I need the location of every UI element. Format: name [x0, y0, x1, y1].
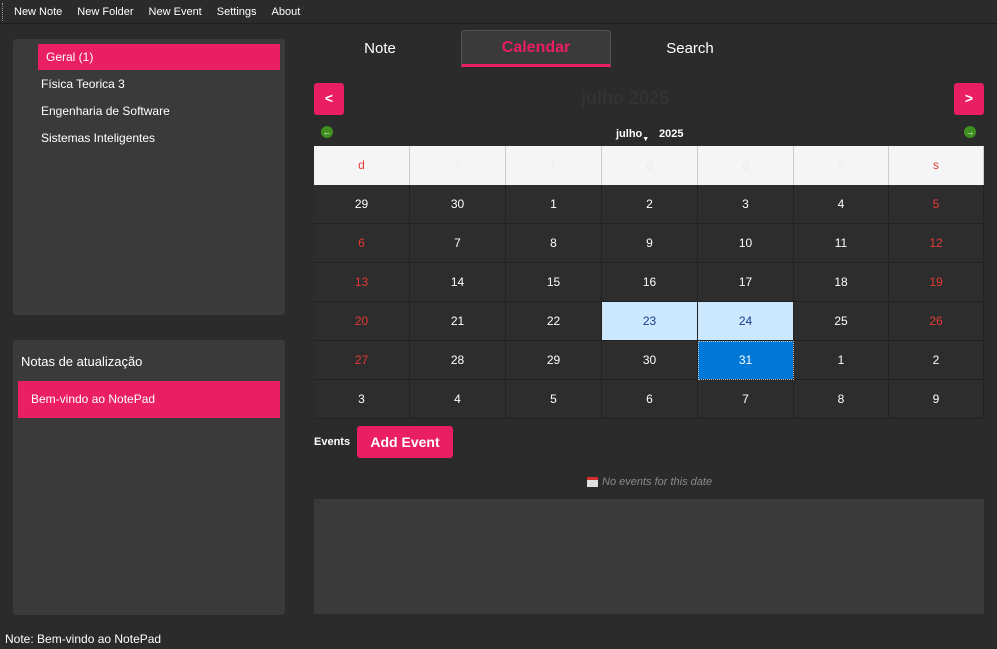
month-select[interactable]: julho▼: [616, 128, 650, 143]
calendar-day-cell[interactable]: 25: [794, 302, 889, 341]
calendar-day-cell[interactable]: 3: [698, 185, 794, 224]
calendar-day-cell[interactable]: 7: [698, 380, 794, 419]
calendar-day-cell[interactable]: 30: [410, 185, 506, 224]
arrow-right-icon[interactable]: →: [964, 126, 976, 138]
calendar-day-cell[interactable]: 26: [889, 302, 984, 341]
notes-panel: Notas de atualização Bem-vindo ao NotePa…: [13, 340, 285, 615]
weekday-header: s: [794, 146, 889, 185]
calendar-icon: [587, 477, 598, 487]
menu-bar: New Note New Folder New Event Settings A…: [0, 0, 997, 24]
no-events-text: No events for this date: [602, 476, 713, 488]
folder-item-fisica[interactable]: Física Teorica 3: [38, 71, 280, 97]
tab-calendar[interactable]: Calendar: [461, 30, 611, 67]
notes-panel-title: Notas de atualização: [21, 354, 143, 369]
calendar-day-cell[interactable]: 9: [602, 224, 698, 263]
calendar-day-cell[interactable]: 13: [314, 263, 410, 302]
tab-note[interactable]: Note: [330, 30, 430, 67]
calendar-grid: d s t q q s s 29 30 1 2 3 4 5 6 7 8 9 10 11 12 13 14 15 16 17 18 19…: [314, 146, 984, 421]
calendar-day-cell[interactable]: 29: [314, 185, 410, 224]
calendar-day-cell[interactable]: 2: [602, 185, 698, 224]
calendar-day-cell[interactable]: 18: [794, 263, 889, 302]
calendar-day-cell[interactable]: 28: [410, 341, 506, 380]
calendar-day-cell[interactable]: 15: [506, 263, 602, 302]
calendar-day-cell[interactable]: 31: [698, 341, 794, 380]
calendar-day-cell[interactable]: 14: [410, 263, 506, 302]
prev-month-button[interactable]: <: [314, 83, 344, 115]
calendar-day-cell[interactable]: 2: [889, 341, 984, 380]
calendar-day-cell[interactable]: 20: [314, 302, 410, 341]
calendar-day-cell[interactable]: 6: [602, 380, 698, 419]
chevron-down-icon: ▼: [642, 136, 650, 143]
menu-new-note[interactable]: New Note: [14, 6, 62, 18]
next-month-button[interactable]: >: [954, 83, 984, 115]
note-item[interactable]: Bem-vindo ao NotePad: [18, 381, 280, 418]
menu-about[interactable]: About: [272, 6, 301, 18]
month-select-value: julho: [616, 128, 643, 140]
menu-new-folder[interactable]: New Folder: [77, 6, 133, 18]
calendar-day-cell[interactable]: 3: [314, 380, 410, 419]
calendar-day-cell[interactable]: 27: [314, 341, 410, 380]
folder-item-sistemas[interactable]: Sistemas Inteligentes: [38, 125, 280, 151]
calendar-day-cell[interactable]: 11: [794, 224, 889, 263]
events-label: Events: [314, 436, 351, 448]
calendar-day-cell[interactable]: 7: [410, 224, 506, 263]
events-list: [314, 499, 984, 614]
folder-list-panel: Geral (1) Física Teorica 3 Engenharia de…: [13, 39, 285, 315]
calendar-day-cell[interactable]: 1: [794, 341, 889, 380]
weekday-header: s: [410, 146, 506, 185]
weekday-header: q: [602, 146, 698, 185]
calendar-day-cell[interactable]: 8: [794, 380, 889, 419]
month-title: julho 2025: [580, 88, 670, 108]
no-events-message: No events for this date: [587, 476, 712, 488]
calendar-day-cell[interactable]: 29: [506, 341, 602, 380]
calendar-day-cell[interactable]: 4: [794, 185, 889, 224]
tab-search[interactable]: Search: [640, 30, 740, 67]
calendar-day-cell[interactable]: 17: [698, 263, 794, 302]
menu-new-event[interactable]: New Event: [149, 6, 202, 18]
calendar-day-cell[interactable]: 23: [602, 302, 698, 341]
folder-item-geral[interactable]: Geral (1): [38, 44, 280, 70]
weekday-header: q: [698, 146, 794, 185]
weekday-header: t: [506, 146, 602, 185]
calendar-day-cell[interactable]: 22: [506, 302, 602, 341]
arrow-left-icon[interactable]: ←: [321, 126, 333, 138]
calendar-day-cell[interactable]: 24: [698, 302, 794, 341]
menu-settings[interactable]: Settings: [217, 6, 257, 18]
calendar-day-cell[interactable]: 1: [506, 185, 602, 224]
calendar-day-cell[interactable]: 4: [410, 380, 506, 419]
calendar-day-cell[interactable]: 10: [698, 224, 794, 263]
folder-item-engenharia[interactable]: Engenharia de Software: [38, 98, 280, 124]
calendar-day-cell[interactable]: 16: [602, 263, 698, 302]
calendar-day-cell[interactable]: 5: [889, 185, 984, 224]
calendar-day-cell[interactable]: 6: [314, 224, 410, 263]
year-select[interactable]: 2025: [659, 128, 683, 140]
calendar-day-cell[interactable]: 9: [889, 380, 984, 419]
status-bar: Note: Bem-vindo ao NotePad: [5, 632, 162, 646]
calendar-day-cell[interactable]: 12: [889, 224, 984, 263]
calendar-day-cell[interactable]: 8: [506, 224, 602, 263]
menu-grip: [2, 2, 5, 21]
calendar-day-cell[interactable]: 30: [602, 341, 698, 380]
calendar-day-cell[interactable]: 21: [410, 302, 506, 341]
weekday-header: d: [314, 146, 410, 185]
calendar-day-cell[interactable]: 19: [889, 263, 984, 302]
weekday-header: s: [889, 146, 984, 185]
add-event-button[interactable]: Add Event: [357, 426, 453, 458]
calendar-day-cell[interactable]: 5: [506, 380, 602, 419]
